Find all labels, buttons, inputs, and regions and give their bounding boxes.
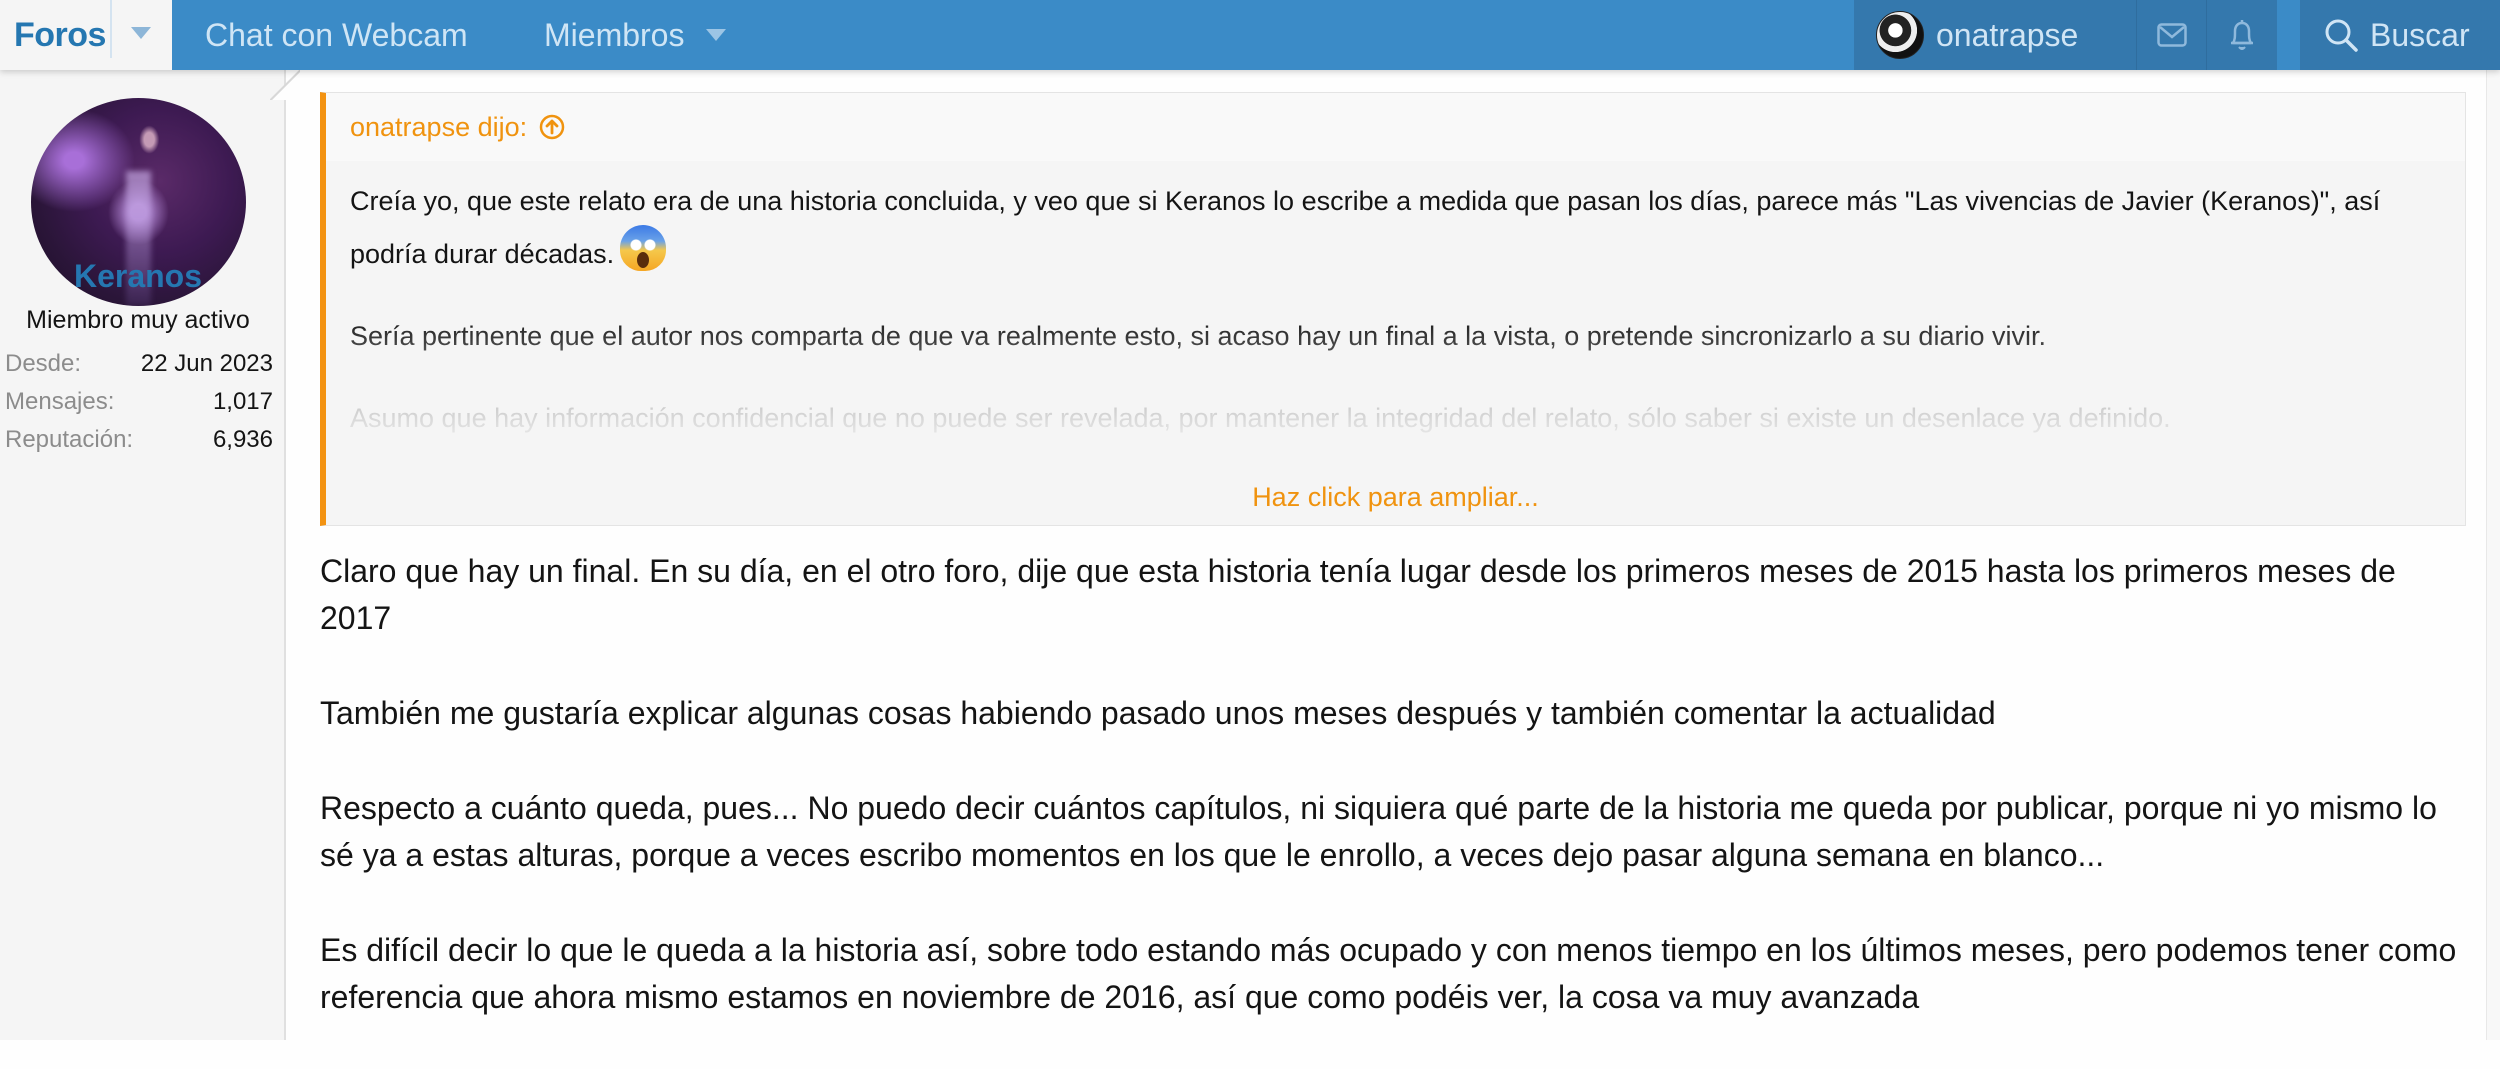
post-paragraph: Es difícil decir lo que le queda a la hi… <box>320 932 2457 1015</box>
account-menu-button[interactable]: onatrapse <box>1854 0 2136 70</box>
post-paragraph: Claro que hay un final. En su día, en el… <box>320 553 2396 636</box>
author-username[interactable]: Keranos <box>0 258 276 295</box>
account-username: onatrapse <box>1936 16 2079 53</box>
author-card-arrow <box>270 70 300 100</box>
quote-author-label[interactable]: onatrapse dijo: <box>350 112 527 143</box>
members-dropdown-caret-icon[interactable] <box>706 29 727 41</box>
post-paragraph: Respecto a cuánto queda, pues... No pued… <box>320 790 2437 873</box>
nav-forums-label[interactable]: Foros <box>0 16 106 55</box>
page-scrollbar[interactable] <box>2486 70 2500 1040</box>
stat-value: 22 Jun 2023 <box>140 350 273 377</box>
bell-icon <box>2228 18 2256 52</box>
stat-label: Mensajes: <box>5 388 115 415</box>
author-stat-messages: Mensajes: 1,017 <box>5 388 273 416</box>
screaming-face-emoji-icon <box>620 225 667 271</box>
search-label: Buscar <box>2370 16 2470 53</box>
envelope-icon <box>2157 23 2187 47</box>
user-avatar <box>1876 11 1924 59</box>
jump-to-quote-arrow-up-icon[interactable] <box>539 114 565 140</box>
expand-quote-link[interactable]: Haz click para ampliar... <box>326 482 2465 513</box>
nav-forums-tab[interactable]: Foros <box>0 0 172 70</box>
nav-divider <box>110 0 112 58</box>
author-stat-joined: Desde: 22 Jun 2023 <box>5 350 273 378</box>
post-author-card: Keranos Miembro muy activo Desde: 22 Jun… <box>0 70 286 1040</box>
alerts-button[interactable] <box>2206 0 2277 70</box>
magnifier-icon <box>2324 18 2358 52</box>
search-button[interactable]: Buscar <box>2300 0 2500 70</box>
author-title: Miembro muy activo <box>26 306 250 334</box>
quote-block: onatrapse dijo: Creía yo, que este relat… <box>320 92 2466 526</box>
stat-label: Reputación: <box>5 426 134 453</box>
nav-tab-chat-webcam[interactable]: Chat con Webcam <box>205 0 468 70</box>
nav-tab-label: Miembros <box>544 16 685 53</box>
quote-paragraph: Creía yo, que este relato era de una his… <box>350 177 2441 278</box>
stat-value: 6,936 <box>212 426 273 453</box>
conversations-button[interactable] <box>2136 0 2207 70</box>
stat-value: 1,017 <box>212 388 273 415</box>
forums-dropdown-caret-icon[interactable] <box>131 27 151 39</box>
nav-tab-label: Chat con Webcam <box>205 16 468 53</box>
quote-attribution[interactable]: onatrapse dijo: <box>326 93 2465 161</box>
post-message-body: Claro que hay un final. En su día, en el… <box>320 548 2466 1069</box>
post-paragraph: También me gustaría explicar algunas cos… <box>320 695 1996 731</box>
stat-label: Desde: <box>5 350 82 377</box>
top-navigation: Foros Chat con Webcam Miembros onatrapse… <box>0 0 2500 70</box>
author-stat-reputation: Reputación: 6,936 <box>5 426 273 454</box>
nav-tab-members[interactable]: Miembros <box>544 0 727 70</box>
